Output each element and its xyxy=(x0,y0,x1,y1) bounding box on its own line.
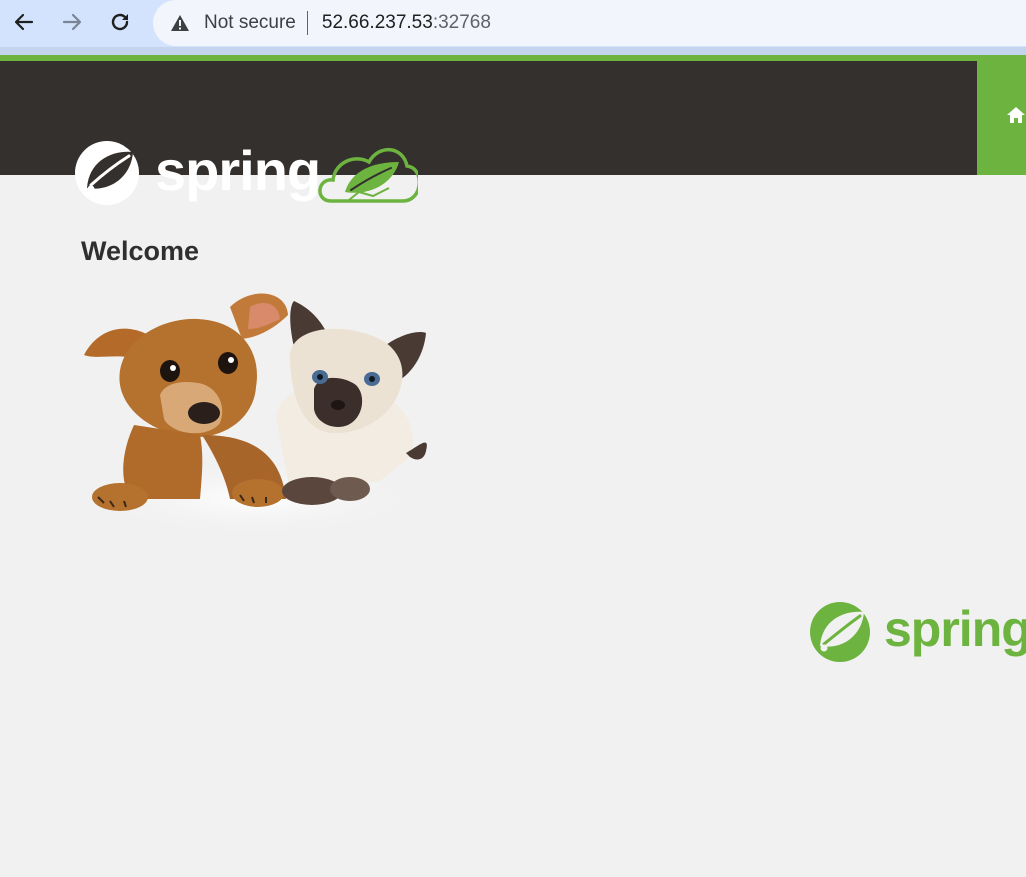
forward-button[interactable] xyxy=(56,6,88,38)
reload-icon xyxy=(111,13,129,31)
address-bar[interactable]: Not secure 52.66.237.53:32768 xyxy=(153,0,1026,46)
reload-button[interactable] xyxy=(104,6,136,38)
spring-petclinic-logo[interactable]: spring xyxy=(73,138,422,213)
page-title: Welcome xyxy=(81,236,200,266)
url-text[interactable]: 52.66.237.53:32768 xyxy=(322,12,491,34)
back-arrow-icon xyxy=(14,13,34,31)
warning-icon xyxy=(171,15,189,31)
browser-toolbar: Not secure 52.66.237.53:32768 xyxy=(0,0,1026,55)
cat-illustration xyxy=(276,301,427,505)
pets-image xyxy=(80,285,430,537)
home-icon xyxy=(1007,107,1025,123)
site-header: spring xyxy=(0,61,977,205)
footer-spring-logo: spring xyxy=(808,600,1026,669)
address-separator xyxy=(306,11,308,35)
url-host: 52.66.237.53 xyxy=(321,12,433,33)
forward-arrow-icon xyxy=(62,13,82,31)
url-port: :32768 xyxy=(432,12,491,33)
header-logo-text: spring xyxy=(155,139,320,202)
back-button[interactable] xyxy=(8,6,40,38)
security-label[interactable]: Not secure xyxy=(204,12,296,34)
site-info-button[interactable] xyxy=(170,13,190,33)
footer-logo-text: spring xyxy=(884,601,1026,657)
nav-home-tab[interactable] xyxy=(977,55,1026,175)
